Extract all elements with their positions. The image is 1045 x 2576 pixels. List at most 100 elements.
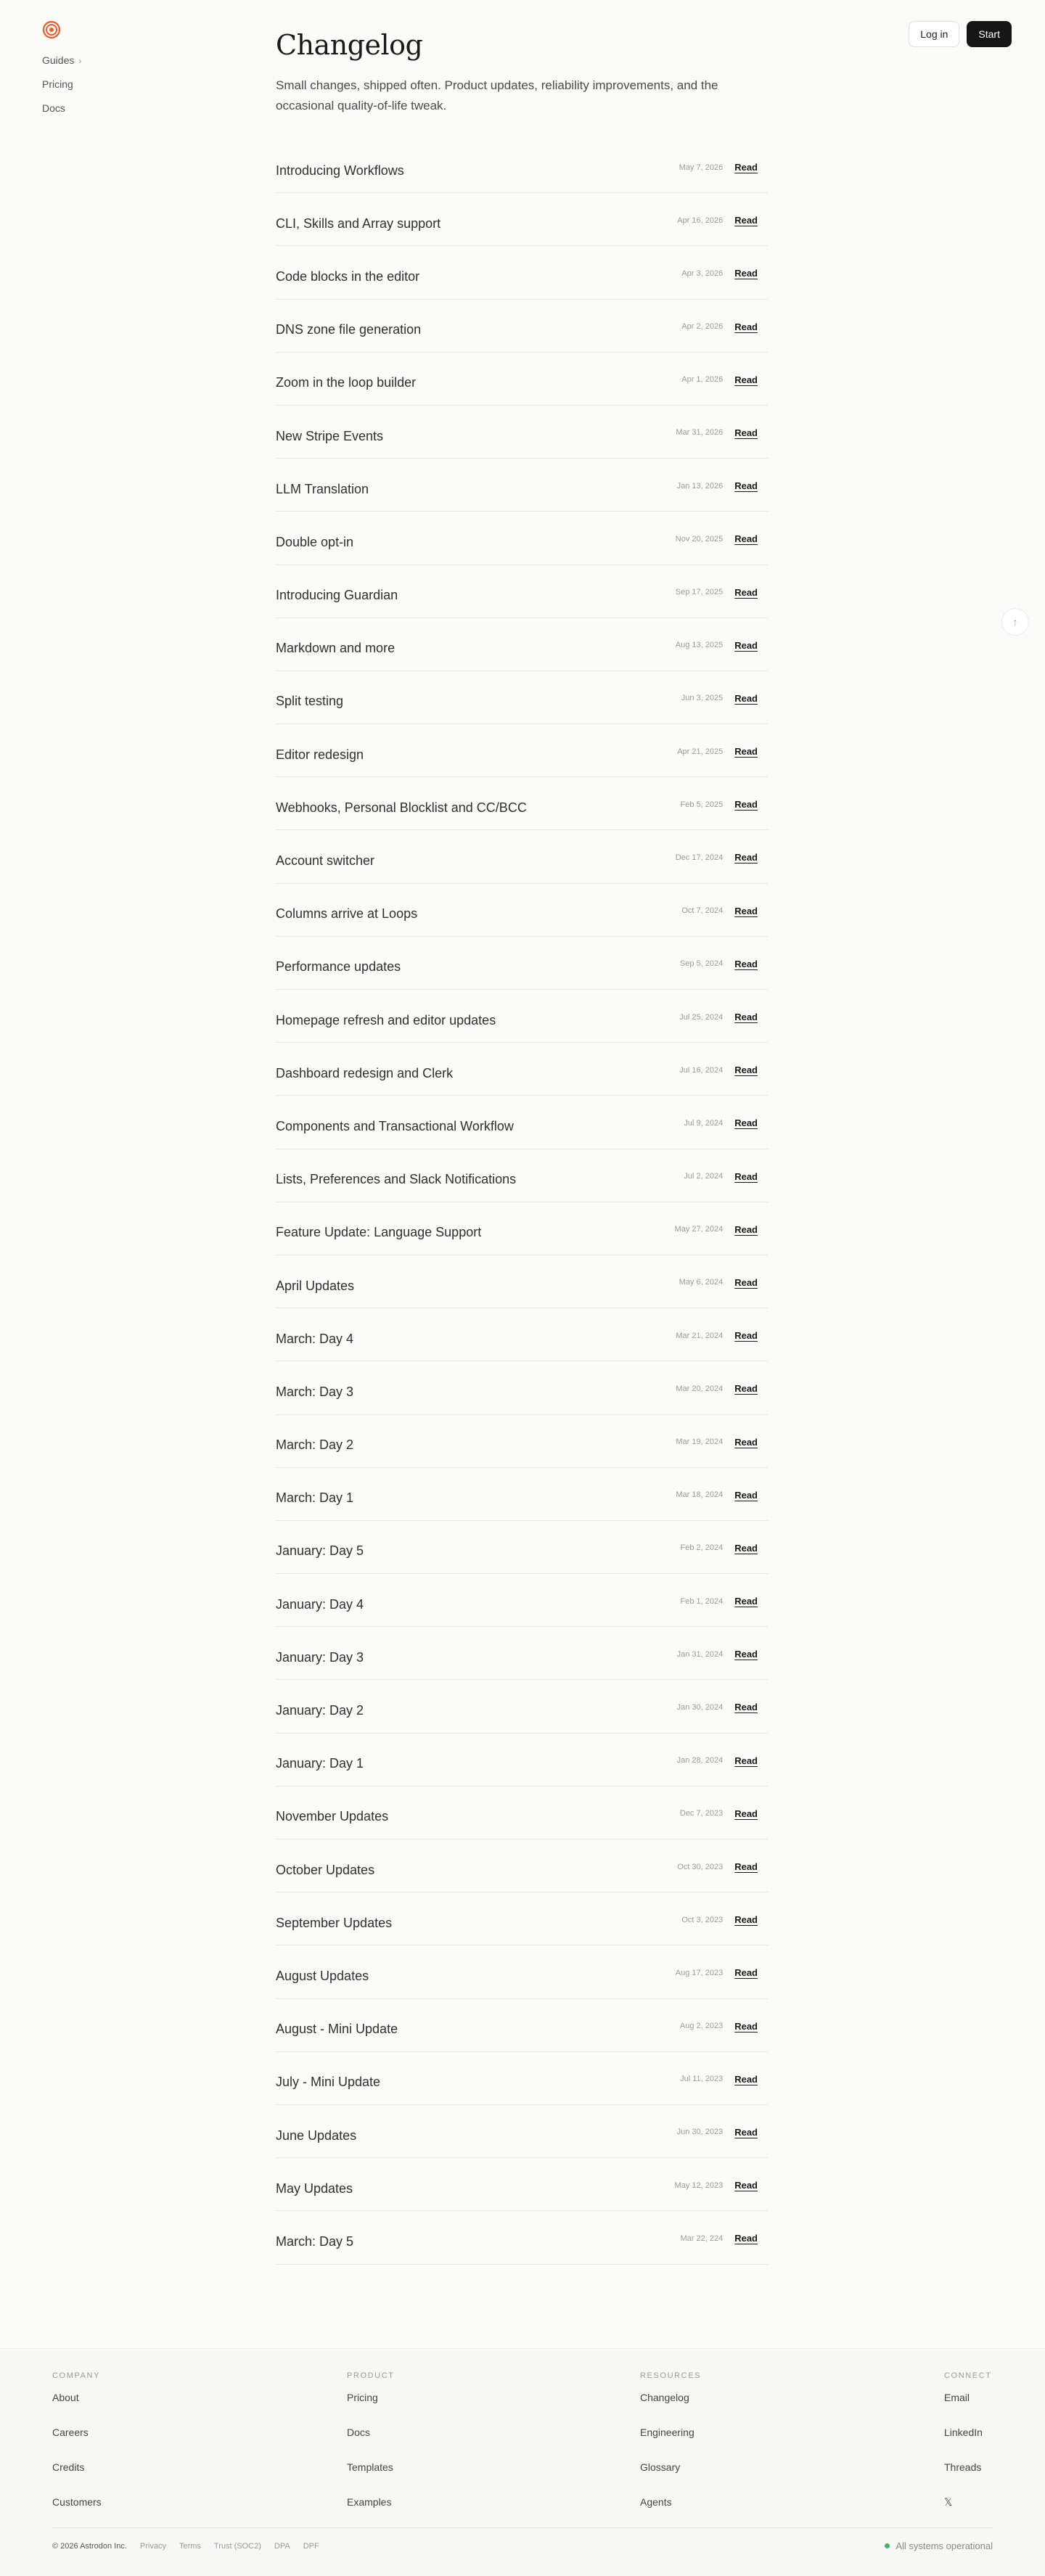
entry-title[interactable]: January: Day 2 <box>276 1703 364 1718</box>
changelog-entry[interactable]: Zoom in the loop builder Apr 1, 2026 Read <box>276 353 768 406</box>
entry-title[interactable]: November Updates <box>276 1809 388 1824</box>
changelog-entry[interactable]: August Updates Aug 17, 2023 Read <box>276 1945 768 1999</box>
entry-title[interactable]: Split testing <box>276 694 343 709</box>
changelog-entry[interactable]: March: Day 5 Mar 22, 224 Read <box>276 2211 768 2265</box>
read-link[interactable]: Read <box>734 2233 758 2244</box>
entry-title[interactable]: August - Mini Update <box>276 2022 398 2037</box>
changelog-entry[interactable]: January: Day 4 Feb 1, 2024 Read <box>276 1574 768 1628</box>
read-link[interactable]: Read <box>734 1383 758 1394</box>
changelog-entry[interactable]: July - Mini Update Jul 11, 2023 Read <box>276 2052 768 2105</box>
footer-link[interactable]: Email <box>944 2391 992 2419</box>
changelog-entry[interactable]: Introducing Guardian Sep 17, 2025 Read <box>276 565 768 618</box>
read-link[interactable]: Read <box>734 1117 758 1128</box>
entry-title[interactable]: January: Day 3 <box>276 1650 364 1665</box>
legal-link-terms[interactable]: Terms <box>179 2542 201 2551</box>
read-link[interactable]: Read <box>734 1967 758 1978</box>
changelog-entry[interactable]: Components and Transactional Workflow Jul… <box>276 1096 768 1149</box>
changelog-entry[interactable]: March: Day 1 Mar 18, 2024 Read <box>276 1468 768 1521</box>
changelog-entry[interactable]: Lists, Preferences and Slack Notificatio… <box>276 1149 768 1202</box>
entry-title[interactable]: New Stripe Events <box>276 429 383 444</box>
footer-link[interactable]: Engineering <box>640 2426 701 2453</box>
entry-title[interactable]: Lists, Preferences and Slack Notificatio… <box>276 1172 516 1187</box>
read-link[interactable]: Read <box>734 162 758 173</box>
legal-link-dpa[interactable]: DPA <box>274 2542 290 2551</box>
footer-link[interactable]: Docs <box>347 2426 395 2453</box>
entry-title[interactable]: CLI, Skills and Array support <box>276 216 440 231</box>
legal-link-dpf[interactable]: DPF <box>303 2542 319 2551</box>
read-link[interactable]: Read <box>734 1649 758 1660</box>
changelog-entry[interactable]: January: Day 2 Jan 30, 2024 Read <box>276 1680 768 1734</box>
footer-link[interactable]: Glossary <box>640 2461 701 2488</box>
read-link[interactable]: Read <box>734 2074 758 2085</box>
changelog-entry[interactable]: Homepage refresh and editor updates Jul 2… <box>276 990 768 1043</box>
read-link[interactable]: Read <box>734 1755 758 1766</box>
footer-link[interactable]: Credits <box>52 2461 102 2488</box>
read-link[interactable]: Read <box>734 268 758 279</box>
changelog-entry[interactable]: January: Day 3 Jan 31, 2024 Read <box>276 1627 768 1681</box>
entry-title[interactable]: March: Day 4 <box>276 1332 353 1347</box>
legal-link-privacy[interactable]: Privacy <box>140 2542 166 2551</box>
footer-link[interactable]: Templates <box>347 2461 395 2488</box>
read-link[interactable]: Read <box>734 693 758 704</box>
login-button[interactable]: Log in <box>909 21 960 47</box>
changelog-entry[interactable]: November Updates Dec 7, 2023 Read <box>276 1787 768 1839</box>
footer-link[interactable]: Pricing <box>347 2391 395 2419</box>
footer-link[interactable]: LinkedIn <box>944 2426 992 2453</box>
read-link[interactable]: Read <box>734 1808 758 1819</box>
read-link[interactable]: Read <box>734 587 758 598</box>
read-link[interactable]: Read <box>734 215 758 226</box>
entry-title[interactable]: March: Day 3 <box>276 1385 353 1400</box>
nav-item-pricing[interactable]: Pricing <box>42 77 81 101</box>
changelog-entry[interactable]: Editor redesign Apr 21, 2025 Read <box>276 724 768 778</box>
entry-title[interactable]: March: Day 5 <box>276 2234 353 2249</box>
changelog-entry[interactable]: March: Day 3 Mar 20, 2024 Read <box>276 1361 768 1415</box>
entry-title[interactable]: Code blocks in the editor <box>276 269 419 284</box>
entry-title[interactable]: Homepage refresh and editor updates <box>276 1013 496 1028</box>
changelog-entry[interactable]: April Updates May 6, 2024 Read <box>276 1255 768 1309</box>
changelog-entry[interactable]: Code blocks in the editor Apr 3, 2026 Read <box>276 246 768 300</box>
changelog-entry[interactable]: DNS zone file generation Apr 2, 2026 Read <box>276 300 768 353</box>
footer-link[interactable]: Customers <box>52 2495 102 2523</box>
read-link[interactable]: Read <box>734 1065 758 1075</box>
read-link[interactable]: Read <box>734 533 758 544</box>
read-link[interactable]: Read <box>734 374 758 385</box>
changelog-entry[interactable]: May Updates May 12, 2023 Read <box>276 2158 768 2212</box>
read-link[interactable]: Read <box>734 852 758 863</box>
changelog-entry[interactable]: September Updates Oct 3, 2023 Read <box>276 1892 768 1946</box>
changelog-entry[interactable]: Account switcher Dec 17, 2024 Read <box>276 830 768 884</box>
entry-title[interactable]: July - Mini Update <box>276 2075 380 2090</box>
read-link[interactable]: Read <box>734 427 758 438</box>
read-link[interactable]: Read <box>734 906 758 916</box>
read-link[interactable]: Read <box>734 1277 758 1288</box>
entry-title[interactable]: Introducing Guardian <box>276 588 398 603</box>
entry-title[interactable]: January: Day 4 <box>276 1597 364 1612</box>
read-link[interactable]: Read <box>734 1330 758 1341</box>
entry-title[interactable]: Components and Transactional Workflow <box>276 1119 514 1134</box>
read-link[interactable]: Read <box>734 1437 758 1448</box>
brand-logo[interactable] <box>41 20 62 40</box>
changelog-entry[interactable]: March: Day 2 Mar 19, 2024 Read <box>276 1415 768 1468</box>
read-link[interactable]: Read <box>734 321 758 332</box>
footer-link[interactable]: 𝕏 <box>944 2495 992 2523</box>
changelog-entry[interactable]: CLI, Skills and Array support Apr 16, 202… <box>276 193 768 247</box>
entry-title[interactable]: June Updates <box>276 2128 356 2144</box>
entry-title[interactable]: Double opt-in <box>276 535 353 550</box>
entry-title[interactable]: Webhooks, Personal Blocklist and CC/BCC <box>276 800 527 816</box>
changelog-entry[interactable]: Webhooks, Personal Blocklist and CC/BCC F… <box>276 777 768 831</box>
read-link[interactable]: Read <box>734 2021 758 2032</box>
legal-link-trust[interactable]: Trust (SOC2) <box>214 2542 261 2551</box>
start-button[interactable]: Start <box>967 21 1012 47</box>
nav-item-guides[interactable]: Guides › <box>42 53 81 77</box>
read-link[interactable]: Read <box>734 1171 758 1182</box>
footer-link[interactable]: Examples <box>347 2495 395 2523</box>
entry-title[interactable]: Columns arrive at Loops <box>276 906 417 922</box>
changelog-entry[interactable]: Performance updates Sep 5, 2024 Read <box>276 937 768 990</box>
system-status[interactable]: All systems operational <box>885 2540 993 2551</box>
read-link[interactable]: Read <box>734 480 758 491</box>
entry-title[interactable]: March: Day 2 <box>276 1437 353 1453</box>
entry-title[interactable]: Markdown and more <box>276 641 395 656</box>
changelog-entry[interactable]: LLM Translation Jan 13, 2026 Read <box>276 459 768 512</box>
changelog-entry[interactable]: Split testing Jun 3, 2025 Read <box>276 671 768 725</box>
changelog-entry[interactable]: October Updates Oct 30, 2023 Read <box>276 1839 768 1893</box>
changelog-entry[interactable]: Feature Update: Language Support May 27, … <box>276 1202 768 1255</box>
